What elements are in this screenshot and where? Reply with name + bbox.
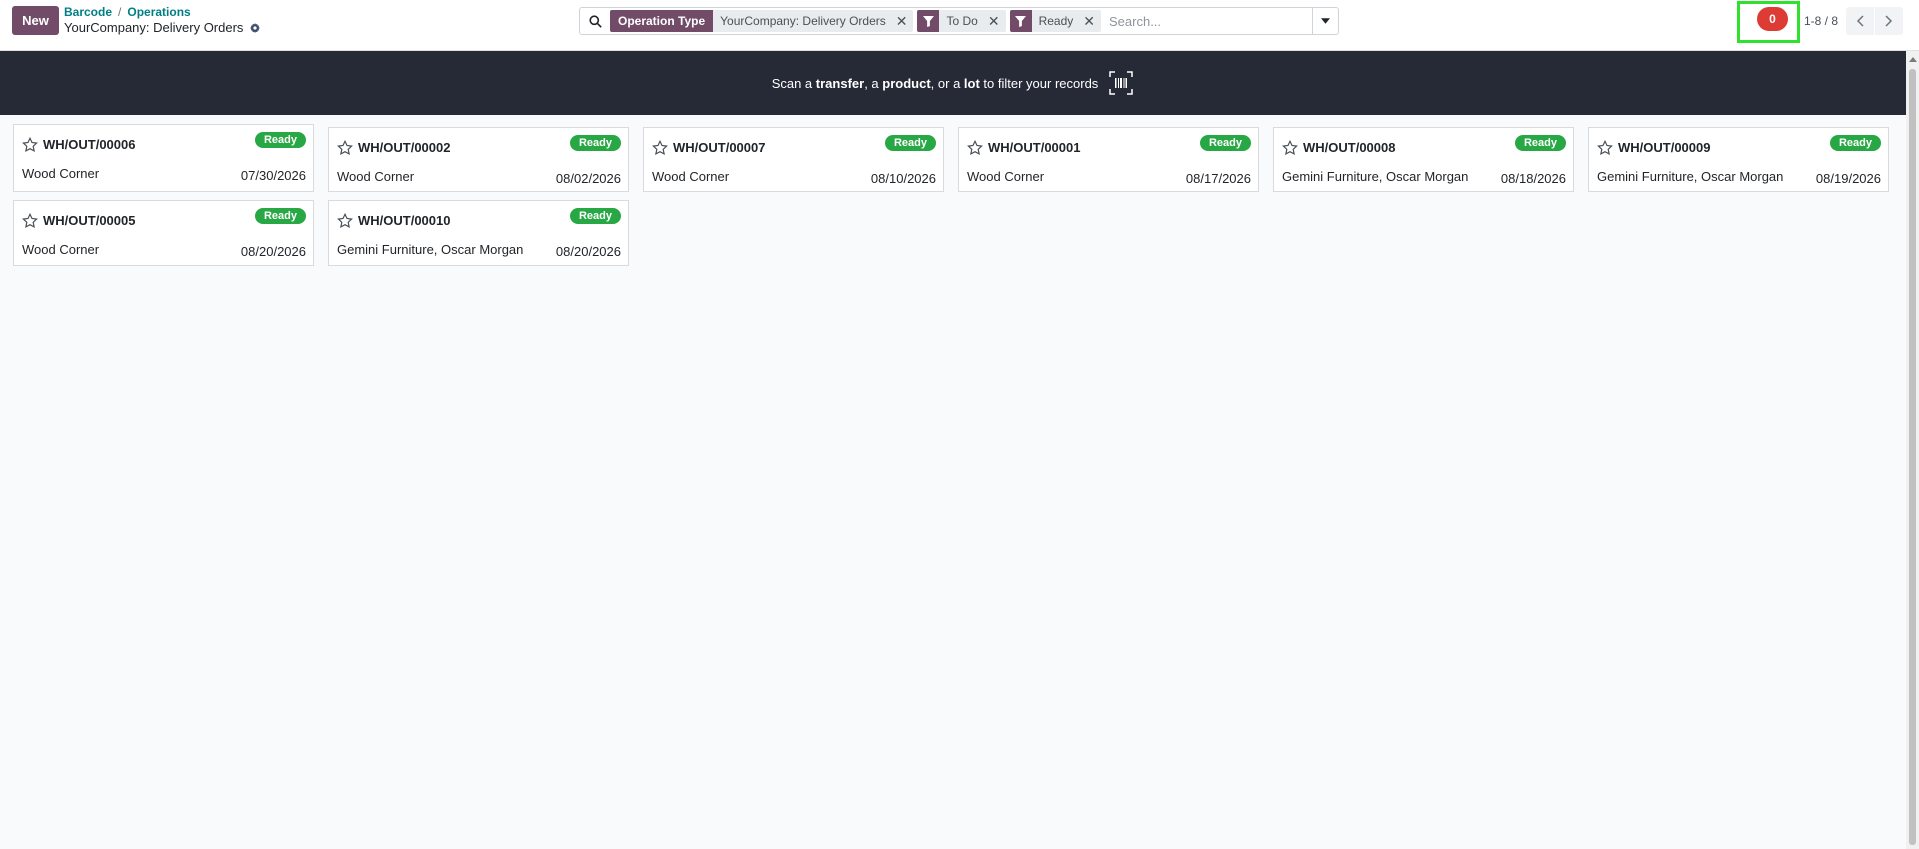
kanban-card[interactable]: WH/OUT/00010 Ready Gemini Furniture, Oscar…: [328, 200, 629, 266]
status-badge: Ready: [569, 135, 621, 151]
status-badge: Ready: [254, 132, 306, 148]
chevron-left-icon: [1856, 15, 1864, 27]
facet-value: Ready ✕: [1031, 10, 1101, 32]
star-icon[interactable]: [967, 140, 983, 156]
card-reference: WH/OUT/00007: [673, 140, 766, 155]
status-badge: Ready: [1514, 135, 1566, 151]
chevron-right-icon: [1885, 15, 1893, 27]
status-badge: Ready: [884, 135, 936, 151]
facet-label: Operation Type: [610, 10, 714, 32]
scroll-thumb[interactable]: [1909, 69, 1916, 845]
caret-down-icon: [1321, 18, 1330, 24]
card-partner: Wood Corner: [22, 166, 100, 181]
card-partner: Wood Corner: [652, 169, 730, 184]
star-icon[interactable]: [337, 140, 353, 156]
facet-ready: Ready ✕: [1009, 10, 1101, 32]
close-icon[interactable]: ✕: [1083, 14, 1095, 28]
card-date: 08/18/2026: [1500, 171, 1566, 186]
pager-next-button[interactable]: [1875, 7, 1903, 35]
star-icon[interactable]: [1282, 140, 1298, 156]
card-date: 08/17/2026: [1185, 171, 1251, 186]
facet-value: YourCompany: Delivery Orders ✕: [713, 10, 914, 32]
card-date: 08/02/2026: [555, 171, 621, 186]
star-icon[interactable]: [22, 213, 38, 229]
card-date: 08/20/2026: [240, 244, 306, 259]
card-reference: WH/OUT/00002: [358, 140, 451, 155]
gear-icon[interactable]: [250, 22, 261, 33]
pager-value[interactable]: 1-8 / 8: [1804, 14, 1838, 28]
page-title: YourCompany: Delivery Orders: [64, 20, 261, 35]
card-reference: WH/OUT/00009: [1618, 140, 1711, 155]
breadcrumb-barcode[interactable]: Barcode: [64, 5, 112, 19]
star-icon[interactable]: [337, 213, 353, 229]
status-badge: Ready: [1829, 135, 1881, 151]
scan-banner: Scan a transfer, a product, or a lot to …: [0, 51, 1906, 115]
barcode-scanner-icon[interactable]: [1108, 70, 1134, 96]
card-partner: Wood Corner: [337, 169, 415, 184]
facet-value-text: To Do: [946, 14, 978, 28]
scrollbar[interactable]: [1906, 51, 1919, 849]
search-bar: Operation Type YourCompany: Delivery Ord…: [579, 7, 1339, 35]
pager-previous-button[interactable]: [1846, 7, 1874, 35]
facet-value: To Do ✕: [939, 10, 1006, 32]
star-icon[interactable]: [22, 137, 38, 153]
search-options-toggle[interactable]: [1312, 8, 1338, 34]
card-reference: WH/OUT/00001: [988, 140, 1081, 155]
breadcrumb-separator: /: [118, 5, 122, 19]
activity-count-badge[interactable]: 0: [1757, 7, 1788, 31]
kanban-card[interactable]: WH/OUT/00005 Ready Wood Corner 08/20/2026: [13, 200, 314, 266]
card-date: 08/19/2026: [1815, 171, 1881, 186]
search-input[interactable]: [1105, 9, 1312, 33]
card-reference: WH/OUT/00005: [43, 213, 136, 228]
card-reference: WH/OUT/00008: [1303, 140, 1396, 155]
card-reference: WH/OUT/00006: [43, 137, 136, 152]
facet-value-text: Ready: [1038, 14, 1074, 28]
facet-value-text: YourCompany: Delivery Orders: [720, 14, 886, 28]
search-icon: [580, 8, 610, 34]
kanban-card[interactable]: WH/OUT/00009 Ready Gemini Furniture, Oscar…: [1588, 127, 1889, 192]
card-date: 08/10/2026: [870, 171, 936, 186]
card-partner: Gemini Furniture, Oscar Morgan: [337, 242, 524, 257]
facet-to-do: To Do ✕: [917, 10, 1006, 32]
breadcrumb-operations[interactable]: Operations: [127, 5, 190, 19]
close-icon[interactable]: ✕: [988, 14, 1000, 28]
breadcrumb: Barcode / Operations: [64, 5, 191, 19]
filter-icon: [1009, 10, 1032, 32]
facet-operation-type: Operation Type YourCompany: Delivery Ord…: [610, 10, 914, 32]
card-date: 07/30/2026: [240, 168, 306, 183]
status-badge: Ready: [254, 208, 306, 224]
filter-icon: [917, 10, 940, 32]
close-icon[interactable]: ✕: [896, 14, 908, 28]
kanban-card[interactable]: WH/OUT/00007 Ready Wood Corner 08/10/2026: [643, 127, 944, 192]
scroll-up-arrow[interactable]: [1909, 57, 1917, 62]
new-button[interactable]: New: [12, 6, 59, 35]
card-partner: Gemini Furniture, Oscar Morgan: [1597, 169, 1784, 184]
page-title-text: YourCompany: Delivery Orders: [64, 20, 244, 35]
card-partner: Wood Corner: [967, 169, 1045, 184]
card-partner: Gemini Furniture, Oscar Morgan: [1282, 169, 1469, 184]
kanban-card[interactable]: WH/OUT/00002 Ready Wood Corner 08/02/2026: [328, 127, 629, 192]
card-date: 08/20/2026: [555, 244, 621, 259]
status-badge: Ready: [569, 208, 621, 224]
kanban-card[interactable]: WH/OUT/00001 Ready Wood Corner 08/17/2026: [958, 127, 1259, 192]
card-reference: WH/OUT/00010: [358, 213, 451, 228]
control-panel: New Barcode / Operations YourCompany: De…: [0, 0, 1919, 51]
kanban-card[interactable]: WH/OUT/00006 Ready Wood Corner 07/30/2026: [13, 124, 314, 192]
scan-instructions: Scan a transfer, a product, or a lot to …: [771, 75, 1099, 91]
card-partner: Wood Corner: [22, 242, 100, 257]
star-icon[interactable]: [1597, 140, 1613, 156]
kanban-card[interactable]: WH/OUT/00008 Ready Gemini Furniture, Oscar…: [1273, 127, 1574, 192]
star-icon[interactable]: [652, 140, 668, 156]
status-badge: Ready: [1199, 135, 1251, 151]
